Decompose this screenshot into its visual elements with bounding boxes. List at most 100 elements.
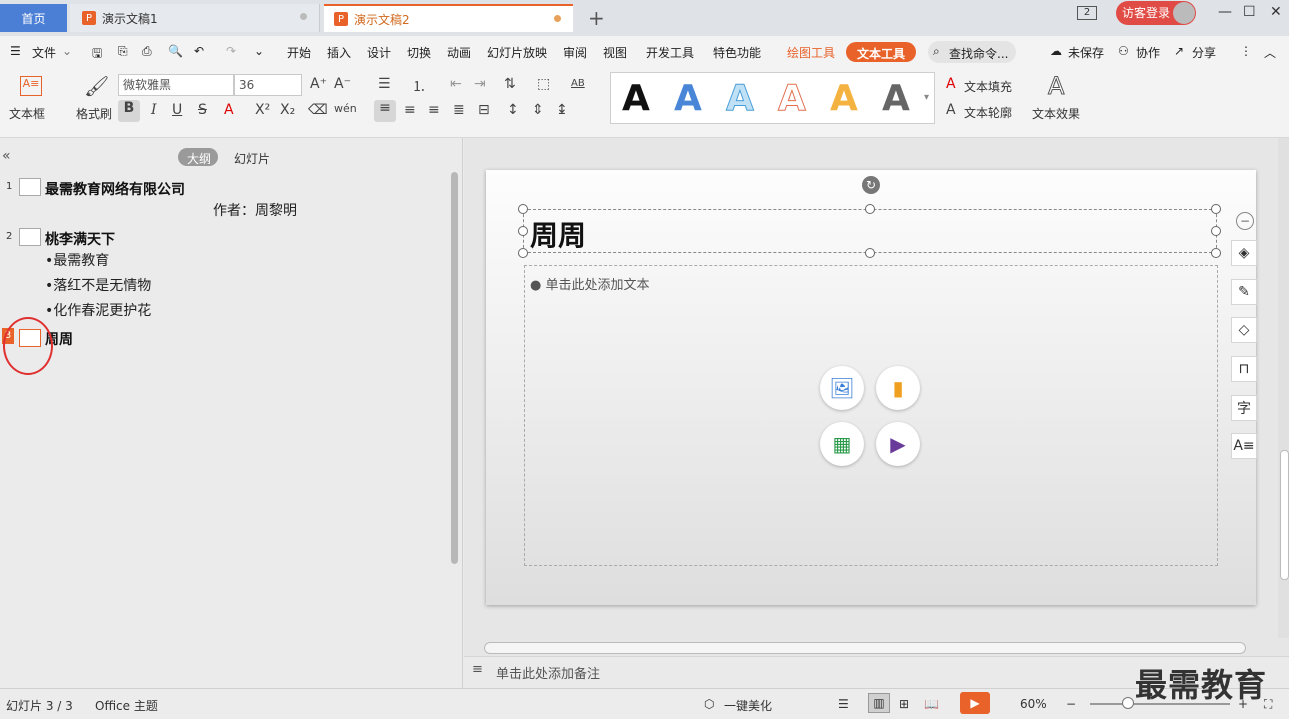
insert-video-icon[interactable]: ▶ <box>876 422 920 466</box>
menu-item-design[interactable]: 设计 <box>367 44 391 61</box>
wordart-style-outline-blue[interactable]: A <box>726 78 755 120</box>
distribute-icon[interactable]: ⊟ <box>478 102 490 118</box>
zoom-slider-thumb[interactable] <box>1122 697 1134 709</box>
avatar[interactable] <box>1173 2 1195 24</box>
collab-button[interactable]: 协作 <box>1136 44 1160 61</box>
more-icon[interactable]: ⋮ <box>1240 44 1252 58</box>
text-effect-label[interactable]: 文本效果 <box>1032 105 1080 122</box>
font-color-icon[interactable]: A <box>224 102 234 118</box>
maximize-icon[interactable]: ☐ <box>1243 4 1256 20</box>
print-icon[interactable]: ⎙ <box>142 44 152 59</box>
menu-item-review[interactable]: 审阅 <box>563 44 587 61</box>
outline-text[interactable]: 作者：周黎明 <box>213 200 297 220</box>
underline-icon[interactable]: U <box>172 102 182 118</box>
reading-view-icon[interactable]: 📖 <box>924 697 939 711</box>
tab-doc1[interactable]: P 演示文稿1 <box>70 4 320 32</box>
preview-icon[interactable]: 🔍 <box>168 44 183 58</box>
outline-title[interactable]: 最需教育网络有限公司 <box>45 179 185 199</box>
text-outline-label[interactable]: 文本轮廓 <box>964 104 1012 121</box>
font-size-select[interactable]: 36 <box>234 74 302 96</box>
horizontal-scroll-thumb[interactable] <box>484 642 1246 654</box>
resize-handle[interactable] <box>865 248 875 258</box>
menu-item-view[interactable]: 视图 <box>603 44 627 61</box>
align-text-icon[interactable]: ⬚ <box>537 76 550 92</box>
outline-scrollbar[interactable] <box>451 172 458 564</box>
resize-handle[interactable] <box>1211 226 1221 236</box>
text-fill-label[interactable]: 文本填充 <box>964 78 1012 95</box>
zoom-level[interactable]: 60% <box>1020 697 1047 711</box>
theme-name[interactable]: Office 主题 <box>95 697 158 714</box>
hamburger-icon[interactable]: ☰ <box>10 44 21 58</box>
text-style-icon[interactable]: A≡ <box>1231 433 1257 459</box>
tab-slides[interactable]: 幻灯片 <box>234 150 270 167</box>
slide-thumbnail[interactable] <box>19 178 41 196</box>
justify-icon[interactable]: ≣ <box>453 102 465 118</box>
char-icon[interactable]: 字 <box>1231 395 1257 421</box>
title-placeholder[interactable] <box>523 209 1217 253</box>
resize-handle[interactable] <box>518 204 528 214</box>
resize-handle[interactable] <box>518 226 528 236</box>
vertical-scroll-thumb[interactable] <box>1280 450 1289 580</box>
tab-doc2[interactable]: P 演示文稿2 <box>324 4 573 32</box>
content-placeholder[interactable] <box>524 265 1218 566</box>
file-menu[interactable]: 文件 <box>32 44 56 61</box>
normal-view-icon[interactable]: ▥ <box>868 693 890 713</box>
sorter-view-icon[interactable]: ⊞ <box>899 697 909 711</box>
textbox-icon[interactable]: A≡ <box>20 76 42 96</box>
menu-item-slideshow[interactable]: 幻灯片放映 <box>487 44 547 61</box>
format-brush-label[interactable]: 格式刷 <box>76 105 112 122</box>
resize-handle[interactable] <box>865 204 875 214</box>
unsaved-dot[interactable] <box>554 15 561 22</box>
textbox-label[interactable]: 文本框 <box>9 105 45 122</box>
numbering-icon[interactable]: ⒈ <box>412 76 426 96</box>
wordart-style-gray[interactable]: A <box>882 78 910 119</box>
slide-thumbnail[interactable] <box>19 228 41 246</box>
outline-title[interactable]: 桃李满天下 <box>45 229 115 249</box>
gallery-more-icon[interactable]: ▾ <box>924 92 929 103</box>
outline-bullet[interactable]: •化作春泥更护花 <box>45 300 151 320</box>
increase-font-icon[interactable]: A⁺ <box>310 76 327 92</box>
bullets-icon[interactable]: ☰ <box>378 76 391 92</box>
para-spacing-icon[interactable]: ⇕ <box>532 102 544 118</box>
align-right-icon[interactable]: ≡ <box>428 102 440 118</box>
increase-indent-icon[interactable]: ⇥ <box>474 76 486 92</box>
insert-picture-icon[interactable]: 🖼 <box>820 366 864 410</box>
resize-handle[interactable] <box>1211 204 1221 214</box>
outline-bullet[interactable]: •最需教育 <box>45 250 109 270</box>
notes-placeholder[interactable]: 单击此处添加备注 <box>496 663 600 682</box>
eraser-icon[interactable]: ⌫ <box>308 102 328 118</box>
unsaved-label[interactable]: 未保存 <box>1068 44 1104 61</box>
bold-icon[interactable]: B <box>118 100 140 122</box>
menu-item-transition[interactable]: 切换 <box>407 44 431 61</box>
collapse-toolbar-icon[interactable]: − <box>1236 212 1254 230</box>
play-slideshow-icon[interactable]: ▶ <box>960 692 990 714</box>
menu-item-drawing-tools[interactable]: 绘图工具 <box>787 44 835 61</box>
spacing-more-icon[interactable]: ↨ <box>556 102 568 118</box>
subscript-icon[interactable]: X₂ <box>280 102 295 118</box>
slide-title[interactable]: 周周 <box>530 214 586 254</box>
align-left-icon[interactable]: ≡ <box>374 100 396 122</box>
line-spacing-icon[interactable]: ↕ <box>507 102 519 118</box>
window-count[interactable]: 2 <box>1077 6 1097 20</box>
frame-icon[interactable]: ⊓ <box>1231 356 1257 382</box>
menu-item-insert[interactable]: 插入 <box>327 44 351 61</box>
redo-icon[interactable]: ↷ <box>226 44 236 58</box>
notes-toggle-icon[interactable]: ☰ <box>838 697 849 711</box>
customize-icon[interactable]: ⌄ <box>254 44 264 58</box>
menu-item-developer[interactable]: 开发工具 <box>646 44 694 61</box>
text-direction-icon[interactable]: ⇅ <box>504 76 516 92</box>
layers-icon[interactable]: ◈ <box>1231 240 1257 266</box>
tab-home[interactable]: 首页 <box>0 4 67 32</box>
share-button[interactable]: 分享 <box>1192 44 1216 61</box>
zoom-out-icon[interactable]: − <box>1066 697 1076 711</box>
decrease-indent-icon[interactable]: ⇤ <box>450 76 462 92</box>
new-tab-button[interactable]: + <box>588 6 605 30</box>
rotate-handle-icon[interactable]: ↻ <box>862 176 880 194</box>
columns-icon[interactable]: AB <box>571 78 585 89</box>
resize-handle[interactable] <box>518 248 528 258</box>
menu-item-features[interactable]: 特色功能 <box>713 44 761 61</box>
beautify-button[interactable]: 一键美化 <box>724 697 772 714</box>
text-effect-icon[interactable]: A <box>1047 72 1064 101</box>
insert-chart-icon[interactable]: ▮ <box>876 366 920 410</box>
superscript-icon[interactable]: X² <box>255 102 270 118</box>
